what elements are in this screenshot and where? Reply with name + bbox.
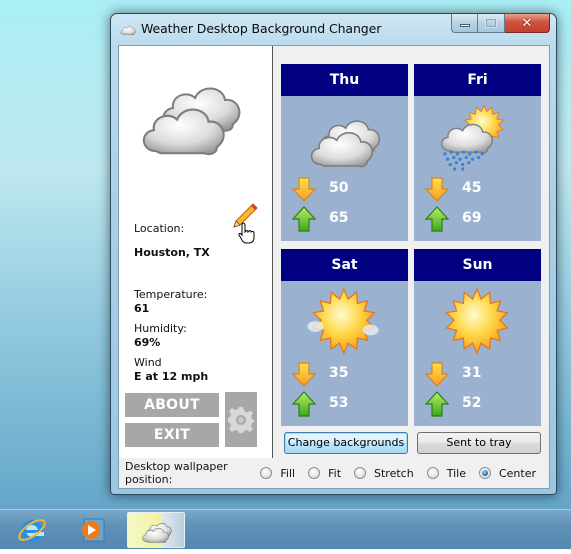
rain-sun-icon [440,104,504,171]
taskbar-media-player[interactable] [65,512,119,548]
wallpaper-position-label: Desktop wallpaper position: [125,460,228,486]
cloudy-icon [310,120,380,168]
high-temp-up-arrow-icon [292,206,316,232]
sunny-icon [445,288,508,354]
high-temp: 52 [462,395,482,411]
high-temp: 69 [462,210,482,226]
hand-cursor-icon [238,222,255,244]
low-temp: 50 [329,180,349,196]
change-backgrounds-button[interactable]: Change backgrounds [284,432,408,454]
media-player-icon [82,518,105,542]
close-button[interactable]: ✕ [505,14,550,33]
radio-button-selected[interactable] [478,467,491,479]
minimize-button[interactable] [451,14,478,33]
high-temp: 53 [329,395,349,411]
wind-value: E at 12 mph [134,370,209,383]
high-temp-up-arrow-icon [425,391,449,417]
current-conditions-panel: Location: Houston, TX Temperature: 61 Hu… [119,46,273,458]
low-temp-down-arrow-icon [425,362,449,387]
forecast-day: Thu [281,64,408,96]
location-label: Location: [134,222,185,235]
taskbar-internet-explorer[interactable] [5,512,59,548]
location-value: Houston, TX [134,246,210,259]
forecast-day: Sun [414,249,541,281]
forecast-day: Sat [281,249,408,281]
window-title: Weather Desktop Background Changer [141,21,382,36]
taskbar [0,509,571,549]
radio-center[interactable]: Center [478,467,536,480]
weather-app-cloud-icon [142,522,172,543]
radio-stretch[interactable]: Stretch [354,467,414,480]
about-button[interactable]: ABOUT [125,393,219,417]
hazy-sun-icon [307,288,379,354]
low-temp: 35 [329,365,349,381]
radio-button[interactable] [260,467,273,479]
forecast-card-sun: Sun 31 52 [414,249,541,426]
settings-button[interactable] [225,392,257,447]
radio-fit[interactable]: Fit [308,467,341,480]
app-cloud-icon [120,26,137,36]
radio-button[interactable] [354,467,367,479]
temperature-label: Temperature: [134,288,208,301]
low-temp: 45 [462,180,482,196]
high-temp: 65 [329,210,349,226]
current-cloudy-icon [142,87,241,156]
humidity-label: Humidity: [134,322,187,335]
low-temp-down-arrow-icon [425,177,449,202]
radio-button[interactable] [308,467,321,479]
client-area: Location: Houston, TX Temperature: 61 Hu… [118,45,550,489]
sent-to-tray-button[interactable]: Sent to tray [417,432,541,454]
low-temp-down-arrow-icon [292,362,316,387]
maximize-button[interactable] [478,14,505,33]
taskbar-weather-app[interactable] [127,512,185,548]
forecast-card-thu: Thu 50 65 [281,64,408,241]
close-icon: ✕ [521,15,533,31]
title-bar[interactable]: Weather Desktop Background Changer ✕ [111,14,556,46]
app-window: Weather Desktop Background Changer ✕ Loc… [110,13,557,495]
temperature-value: 61 [134,302,150,315]
gear-icon [227,406,255,433]
radio-tile[interactable]: Tile [426,467,466,480]
exit-button[interactable]: EXIT [125,423,219,447]
internet-explorer-icon [18,519,46,542]
maximize-icon [485,18,497,28]
forecast-card-sat: Sat 35 53 [281,249,408,426]
high-temp-up-arrow-icon [425,206,449,232]
high-temp-up-arrow-icon [292,391,316,417]
radio-button[interactable] [426,467,439,479]
humidity-value: 69% [134,336,161,349]
minimize-icon [459,24,470,27]
radio-fill[interactable]: Fill [260,467,295,480]
wind-label: Wind [134,356,162,369]
forecast-card-fri: Fri 45 69 [414,64,541,241]
wallpaper-position-group: Desktop wallpaper position: Fill Fit Str… [125,460,549,486]
low-temp-down-arrow-icon [292,177,316,202]
low-temp: 31 [462,365,482,381]
bottom-edge [0,549,571,554]
forecast-day: Fri [414,64,541,96]
